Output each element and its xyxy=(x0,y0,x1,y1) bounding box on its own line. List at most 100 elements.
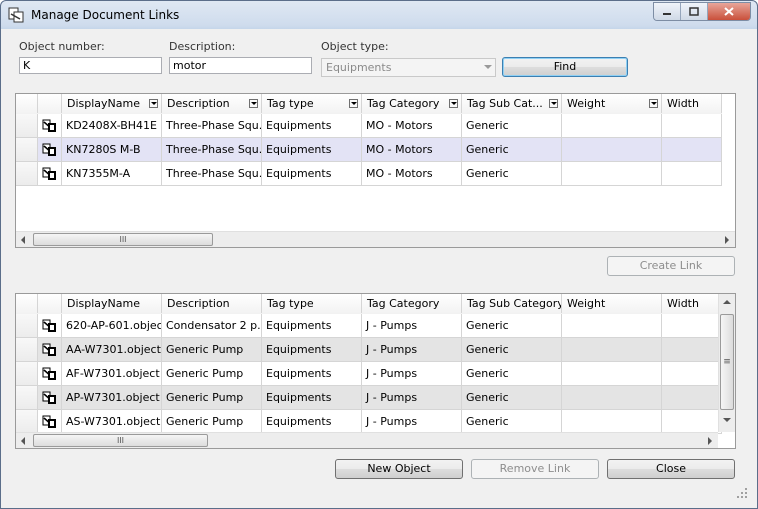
cell-tag-type[interactable]: Equipments xyxy=(262,314,362,338)
create-link-button[interactable]: Create Link xyxy=(607,256,735,276)
cell-display-name[interactable]: AA-W7301.object xyxy=(62,338,162,362)
table-row[interactable]: AP-W7301.object Generic Pump Equipments J -… xyxy=(16,386,722,410)
column-header-displayname[interactable]: DisplayName xyxy=(62,294,162,313)
row-icon-cell[interactable] xyxy=(38,386,62,410)
cell-tag-category[interactable]: J - Pumps xyxy=(362,338,462,362)
column-filter-dropdown-icon[interactable] xyxy=(349,99,358,108)
cell-weight[interactable] xyxy=(562,114,662,138)
remove-link-button[interactable]: Remove Link xyxy=(471,459,599,479)
object-number-input[interactable]: K xyxy=(19,57,162,74)
row-icon-cell[interactable] xyxy=(38,314,62,338)
cell-tag-sub-category[interactable]: Generic xyxy=(462,362,562,386)
cell-tag-type[interactable]: Equipments xyxy=(262,362,362,386)
row-header-corner[interactable] xyxy=(16,294,38,313)
cell-display-name[interactable]: 620-AP-601.object xyxy=(62,314,162,338)
object-type-select[interactable]: Equipments xyxy=(321,58,496,77)
top-horizontal-scrollbar[interactable]: III xyxy=(16,231,735,247)
column-header-tag-category[interactable]: Tag Category xyxy=(362,94,462,113)
resize-grip-icon[interactable] xyxy=(736,487,748,499)
cell-weight[interactable] xyxy=(562,386,662,410)
bottom-vscroll-thumb[interactable]: ≡ xyxy=(720,314,734,410)
row-header[interactable] xyxy=(16,338,38,362)
column-header-tag-sub-cat[interactable]: Tag Sub Cat... xyxy=(462,94,562,113)
cell-display-name[interactable]: AF-W7301.object xyxy=(62,362,162,386)
cell-description[interactable]: Three-Phase Squ... xyxy=(162,114,262,138)
cell-tag-category[interactable]: MO - Motors xyxy=(362,114,462,138)
cell-tag-sub-category[interactable]: Generic xyxy=(462,162,562,186)
new-object-button[interactable]: New Object xyxy=(335,459,463,479)
cell-description[interactable]: Condensator 2 p... xyxy=(162,314,262,338)
row-header[interactable] xyxy=(16,314,38,338)
column-header-description[interactable]: Description xyxy=(162,94,262,113)
bottom-vertical-scrollbar[interactable]: ≡ xyxy=(718,294,735,432)
cell-description[interactable]: Generic Pump xyxy=(162,410,262,434)
cell-display-name[interactable]: KN7355M-A xyxy=(62,162,162,186)
cell-tag-type[interactable]: Equipments xyxy=(262,138,362,162)
column-filter-dropdown-icon[interactable] xyxy=(449,99,458,108)
column-filter-dropdown-icon[interactable] xyxy=(549,99,558,108)
cell-tag-type[interactable]: Equipments xyxy=(262,162,362,186)
description-input[interactable]: motor xyxy=(169,57,312,74)
cell-weight[interactable] xyxy=(562,362,662,386)
table-row[interactable]: AA-W7301.object Generic Pump Equipments J -… xyxy=(16,338,722,362)
title-bar[interactable]: Manage Document Links xyxy=(1,1,757,29)
cell-tag-sub-category[interactable]: Generic xyxy=(462,138,562,162)
row-icon-cell[interactable] xyxy=(38,114,62,138)
cell-tag-category[interactable]: MO - Motors xyxy=(362,138,462,162)
cell-tag-sub-category[interactable]: Generic xyxy=(462,114,562,138)
cell-tag-sub-category[interactable]: Generic xyxy=(462,386,562,410)
scroll-left-icon[interactable] xyxy=(21,437,25,445)
row-icon-cell[interactable] xyxy=(38,338,62,362)
row-header[interactable] xyxy=(16,386,38,410)
column-header-description[interactable]: Description xyxy=(162,294,262,313)
top-scroll-thumb[interactable]: III xyxy=(33,233,213,246)
column-header-weight[interactable]: Weight xyxy=(562,94,662,113)
cell-tag-type[interactable]: Equipments xyxy=(262,386,362,410)
column-header-tag-category[interactable]: Tag Category xyxy=(362,294,462,313)
row-header-corner[interactable] xyxy=(16,94,38,113)
row-header[interactable] xyxy=(16,162,38,186)
column-filter-dropdown-icon[interactable] xyxy=(649,99,658,108)
column-header-width[interactable]: Width xyxy=(662,94,722,113)
cell-width[interactable] xyxy=(662,386,722,410)
cell-tag-type[interactable]: Equipments xyxy=(262,114,362,138)
column-header-tag-type[interactable]: Tag type xyxy=(262,294,362,313)
table-row[interactable]: AF-W7301.object Generic Pump Equipments J -… xyxy=(16,362,722,386)
column-header-width[interactable]: Width xyxy=(662,294,722,313)
cell-tag-category[interactable]: J - Pumps xyxy=(362,314,462,338)
scroll-up-icon[interactable] xyxy=(723,300,731,304)
cell-display-name[interactable]: KD2408X-BH41E xyxy=(62,114,162,138)
table-row[interactable]: KN7355M-A Three-Phase Squ... Equipments MO … xyxy=(16,162,722,186)
cell-width[interactable] xyxy=(662,338,722,362)
cell-tag-category[interactable]: MO - Motors xyxy=(362,162,462,186)
cell-width[interactable] xyxy=(662,114,722,138)
cell-display-name[interactable]: KN7280S M-B xyxy=(62,138,162,162)
cell-weight[interactable] xyxy=(562,314,662,338)
table-row[interactable]: AS-W7301.object Generic Pump Equipments J -… xyxy=(16,410,722,434)
cell-display-name[interactable]: AP-W7301.object xyxy=(62,386,162,410)
cell-weight[interactable] xyxy=(562,410,662,434)
table-row[interactable]: KD2408X-BH41E Three-Phase Squ... Equipment… xyxy=(16,114,722,138)
cell-tag-category[interactable]: J - Pumps xyxy=(362,410,462,434)
cell-width[interactable] xyxy=(662,410,722,434)
column-header-weight[interactable]: Weight xyxy=(562,294,662,313)
bottom-scroll-thumb[interactable]: III xyxy=(33,434,208,447)
cell-tag-category[interactable]: J - Pumps xyxy=(362,386,462,410)
cell-description[interactable]: Three-Phase Squ... xyxy=(162,162,262,186)
row-icon-cell[interactable] xyxy=(38,362,62,386)
cell-weight[interactable] xyxy=(562,162,662,186)
column-header-tag-type[interactable]: Tag type xyxy=(262,94,362,113)
cell-description[interactable]: Generic Pump xyxy=(162,362,262,386)
icon-column-header[interactable] xyxy=(38,94,62,113)
column-header-tag-sub-category[interactable]: Tag Sub Category xyxy=(462,294,562,313)
row-icon-cell[interactable] xyxy=(38,138,62,162)
table-row[interactable]: KN7280S M-B Three-Phase Squ... Equipments M… xyxy=(16,138,722,162)
scroll-right-icon[interactable] xyxy=(708,437,712,445)
cell-width[interactable] xyxy=(662,138,722,162)
icon-column-header[interactable] xyxy=(38,294,62,313)
close-window-button[interactable] xyxy=(707,3,750,20)
row-header[interactable] xyxy=(16,114,38,138)
scroll-down-icon[interactable] xyxy=(723,418,731,422)
row-icon-cell[interactable] xyxy=(38,410,62,434)
cell-description[interactable]: Generic Pump xyxy=(162,386,262,410)
